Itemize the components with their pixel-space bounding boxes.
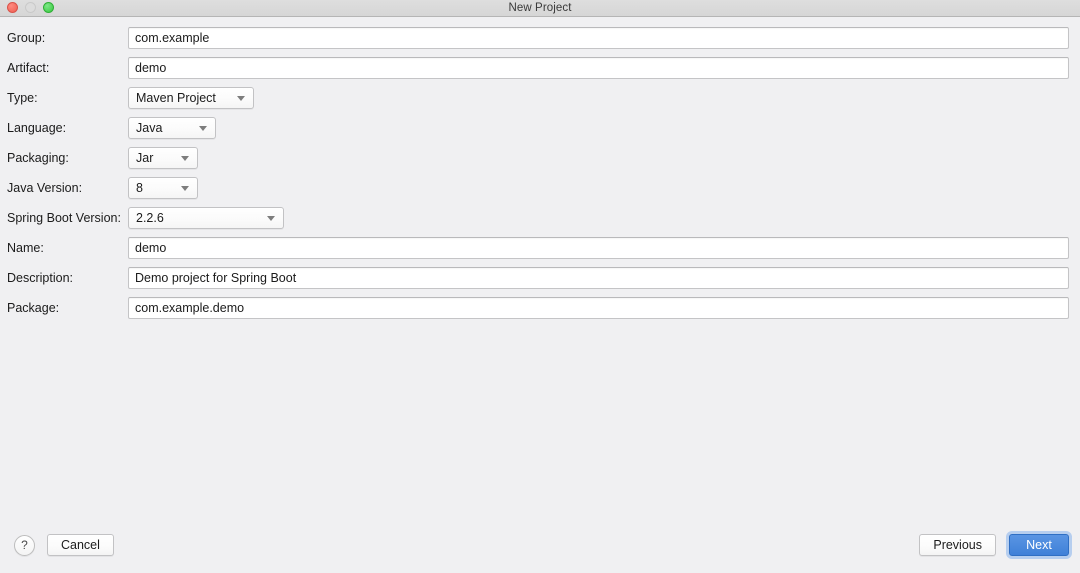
chevron-down-icon [267,216,275,221]
spring-boot-version-select-value: 2.2.6 [136,211,164,225]
name-label: Name: [7,240,44,255]
form-row-type: Type: Maven Project [0,83,1080,113]
form-row-language: Language: Java [0,113,1080,143]
maximize-window-icon[interactable] [43,2,54,13]
form-row-java-version: Java Version: 8 [0,173,1080,203]
group-label: Group: [7,30,46,45]
cancel-button[interactable]: Cancel [47,534,114,556]
window-controls [7,2,54,13]
java-version-select-value: 8 [136,181,143,195]
form-row-description: Description: Demo project for Spring Boo… [0,263,1080,293]
window-titlebar: New Project [0,0,1080,17]
footer-left-group: ? Cancel [14,534,114,556]
form-row-group: Group: com.example [0,23,1080,53]
artifact-label: Artifact: [7,60,50,75]
spring-boot-version-select[interactable]: 2.2.6 [128,207,284,229]
name-input[interactable]: demo [128,237,1069,259]
artifact-input[interactable]: demo [128,57,1069,79]
description-input[interactable]: Demo project for Spring Boot [128,267,1069,289]
language-select-value: Java [136,121,163,135]
packaging-select[interactable]: Jar [128,147,198,169]
chevron-down-icon [181,186,189,191]
java-version-label: Java Version: [7,180,83,195]
dialog-footer: ? Cancel Previous Next [0,517,1080,573]
packaging-select-value: Jar [136,151,154,165]
previous-button[interactable]: Previous [919,534,996,556]
packaging-label: Packaging: [7,150,69,165]
close-window-icon[interactable] [7,2,18,13]
form-row-name: Name: demo [0,233,1080,263]
group-input[interactable]: com.example [128,27,1069,49]
package-label: Package: [7,300,60,315]
type-label: Type: [7,90,38,105]
footer-right-group: Previous Next [919,534,1069,556]
spring-boot-version-label: Spring Boot Version: [7,210,121,225]
language-label: Language: [7,120,67,135]
package-input[interactable]: com.example.demo [128,297,1069,319]
form-row-packaging: Packaging: Jar [0,143,1080,173]
form-row-artifact: Artifact: demo [0,53,1080,83]
java-version-select[interactable]: 8 [128,177,198,199]
minimize-window-icon [25,2,36,13]
window-title: New Project [508,2,572,14]
description-label: Description: [7,270,73,285]
project-form: Group: com.example Artifact: demo Type: … [0,17,1080,517]
help-button[interactable]: ? [14,534,35,556]
form-row-spring-boot-version: Spring Boot Version: 2.2.6 [0,203,1080,233]
type-select[interactable]: Maven Project [128,87,254,109]
type-select-value: Maven Project [136,91,216,105]
language-select[interactable]: Java [128,117,216,139]
chevron-down-icon [199,126,207,131]
chevron-down-icon [237,96,245,101]
next-button[interactable]: Next [1009,534,1069,556]
new-project-dialog: New Project Group: com.example Artifact:… [0,0,1080,573]
form-row-package: Package: com.example.demo [0,293,1080,323]
chevron-down-icon [181,156,189,161]
